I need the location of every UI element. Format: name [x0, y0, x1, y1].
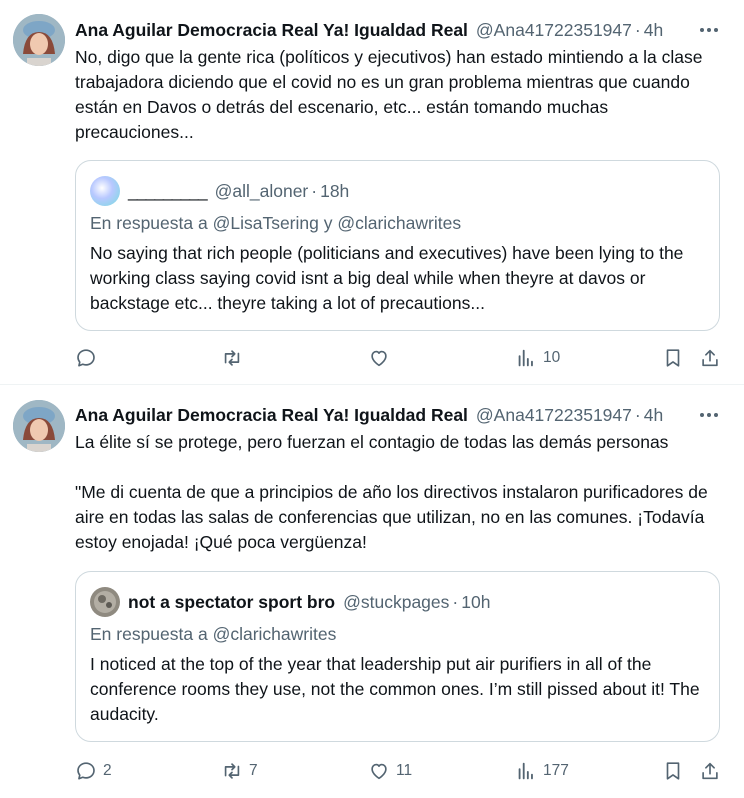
reply-button[interactable]: [75, 346, 103, 370]
separator: ·: [634, 404, 641, 425]
author-name[interactable]: Ana Aguilar Democracia Real Ya! Igualdad…: [75, 405, 468, 426]
separator: ·: [452, 591, 459, 612]
bookmark-button[interactable]: [662, 346, 684, 370]
retweet-button[interactable]: [221, 346, 249, 370]
reply-count: 2: [103, 762, 112, 779]
retweet-icon: [224, 763, 240, 779]
share-button[interactable]: [699, 346, 721, 370]
quote-reply-context: En respuesta a @LisaTsering y @clarichaw…: [90, 213, 462, 233]
quote-reply-context: En respuesta a @clarichawrites: [90, 624, 337, 644]
like-button[interactable]: [368, 346, 396, 370]
quote-timestamp: 10h: [461, 591, 491, 612]
quote-text: I noticed at the top of the year that le…: [90, 654, 700, 724]
quoted-tweet[interactable]: _________ @all_aloner · 18h En respuesta…: [75, 160, 720, 331]
bookmark-icon: [666, 349, 680, 367]
like-icon: [371, 763, 387, 780]
reply-button[interactable]: 2: [75, 759, 112, 783]
quoted-tweet[interactable]: not a spectator sport bro @stuckpages · …: [75, 571, 720, 742]
action-bar: 10: [75, 346, 725, 370]
like-icon: [371, 350, 387, 367]
tweet-header: Ana Aguilar Democracia Real Ya! Igualdad…: [75, 403, 724, 427]
quote-header: _________ @all_aloner · 18h: [90, 175, 349, 207]
share-icon: [702, 349, 718, 367]
tweet-text: No, digo que la gente rica (políticos y …: [75, 47, 708, 142]
more-icon[interactable]: [698, 20, 720, 40]
author-name[interactable]: Ana Aguilar Democracia Real Ya! Igualdad…: [75, 20, 468, 41]
bookmark-icon: [666, 762, 680, 780]
retweet-button[interactable]: 7: [221, 759, 258, 783]
views-count: 10: [543, 349, 561, 366]
quote-author-handle: @stuckpages: [343, 591, 450, 612]
views-button[interactable]: 10: [515, 346, 560, 370]
separator: ·: [311, 180, 318, 201]
reply-icon: [77, 349, 95, 367]
quote-author-handle: @all_aloner: [214, 180, 309, 201]
views-icon: [518, 762, 533, 780]
quote-timestamp: 18h: [320, 180, 350, 201]
quote-author-name: not a spectator sport bro: [128, 591, 336, 612]
avatar[interactable]: [13, 14, 65, 66]
action-bar: 2 7 11 177: [75, 759, 725, 783]
share-icon: [702, 762, 718, 780]
timestamp[interactable]: 4h: [644, 20, 663, 41]
views-count: 177: [543, 762, 569, 779]
quote-avatar: [90, 176, 120, 206]
quote-avatar: [90, 587, 120, 617]
tweet[interactable]: Ana Aguilar Democracia Real Ya! Igualdad…: [0, 385, 744, 798]
like-count: 11: [396, 762, 413, 779]
quote-text: No saying that rich people (politicians …: [90, 243, 684, 313]
like-button[interactable]: 11: [368, 759, 412, 783]
separator: ·: [634, 19, 641, 40]
timestamp[interactable]: 4h: [644, 405, 663, 426]
reply-icon: [77, 762, 95, 780]
tweet[interactable]: Ana Aguilar Democracia Real Ya! Igualdad…: [0, 0, 744, 384]
quote-header: not a spectator sport bro @stuckpages · …: [90, 586, 490, 618]
retweet-count: 7: [249, 762, 258, 779]
tweet-text: La élite sí se protege, pero fuerzan el …: [75, 432, 708, 552]
bookmark-button[interactable]: [662, 759, 684, 783]
tweet-header: Ana Aguilar Democracia Real Ya! Igualdad…: [75, 18, 724, 42]
quote-author-name: _________: [128, 180, 208, 201]
retweet-icon: [224, 350, 240, 366]
author-handle[interactable]: @Ana41722351947: [476, 405, 632, 426]
share-button[interactable]: [699, 759, 721, 783]
views-icon: [518, 349, 533, 367]
author-handle[interactable]: @Ana41722351947: [476, 20, 632, 41]
views-button[interactable]: 177: [515, 759, 569, 783]
avatar[interactable]: [13, 400, 65, 452]
more-icon[interactable]: [698, 405, 720, 425]
